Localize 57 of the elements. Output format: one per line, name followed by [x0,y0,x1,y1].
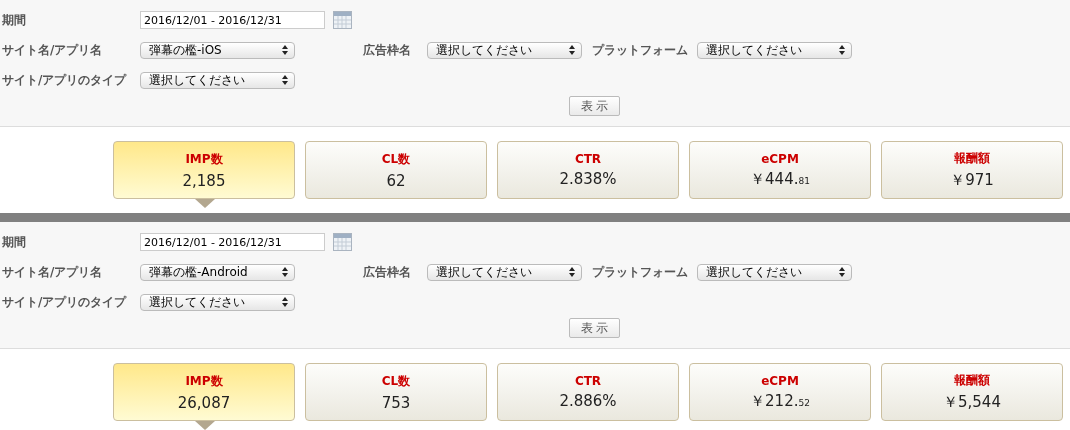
date-range-field[interactable]: 2016/12/01 - 2016/12/31 [140,11,325,29]
metric-value: 2.838% [559,170,617,188]
metric-label: 報酬額 [954,150,990,167]
metric-value: 753 [381,393,411,412]
select-field[interactable]: 弾幕の檻-iOS [140,41,295,59]
metric-tab[interactable]: CTR 2.886% [497,363,679,421]
updown-arrows-icon [282,75,288,85]
field-label: 期間 [2,233,27,251]
field-label: プラットフォーム [592,263,689,281]
updown-arrows-icon [282,297,288,307]
pointer-icon [195,421,215,430]
metric-label: eCPM [761,373,799,388]
metric-label: CL数 [381,150,411,168]
metric-label: CL数 [381,372,411,390]
metric-label: CTR [574,374,602,388]
field-label: サイト名/アプリ名 [2,263,104,281]
updown-arrows-icon [569,45,575,55]
field-label: 広告枠名 [363,41,412,59]
updown-arrows-icon [282,267,288,277]
updown-arrows-icon [569,267,575,277]
select-field[interactable]: 選択してください [427,41,582,59]
metric-label: eCPM [761,151,799,166]
select-field[interactable]: 弾幕の檻-Android [140,263,295,281]
metric-tab[interactable]: CL数 62 [305,141,487,199]
metric-label: CTR [574,152,602,166]
select-field[interactable]: 選択してください [140,71,295,89]
calendar-icon[interactable] [333,11,352,29]
select-field[interactable]: 選択してください [697,41,852,59]
show-button[interactable]: 表 示 [569,96,620,116]
date-range-field[interactable]: 2016/12/01 - 2016/12/31 [140,233,325,251]
calendar-icon[interactable] [333,233,352,251]
metric-value: ￥971 [950,171,994,190]
metric-value: 2,185 [182,171,226,190]
metric-value: ￥5,544 [943,393,1001,412]
metric-value: 2.886% [559,392,617,410]
metric-value: 26,087 [177,393,231,412]
field-label: 期間 [2,11,27,29]
select-field[interactable]: 選択してください [140,293,295,311]
metric-tab[interactable]: 報酬額 ￥971 [881,141,1063,199]
metric-tab[interactable]: CL数 753 [305,363,487,421]
field-label: サイト/アプリのタイプ [2,293,128,311]
metric-value: 62 [386,171,406,190]
field-label: サイト名/アプリ名 [2,41,104,59]
select-field[interactable]: 選択してください [697,263,852,281]
updown-arrows-icon [282,45,288,55]
field-label: 広告枠名 [363,263,412,281]
metric-tab[interactable]: 報酬額 ￥5,544 [881,363,1063,421]
metric-tab[interactable]: CTR 2.838% [497,141,679,199]
field-label: プラットフォーム [592,41,689,59]
metric-label: 報酬額 [954,372,990,389]
metric-label: IMP数 [185,150,223,168]
updown-arrows-icon [839,267,845,277]
select-field[interactable]: 選択してください [427,263,582,281]
show-button[interactable]: 表 示 [569,318,620,338]
metric-label: IMP数 [185,372,223,390]
updown-arrows-icon [839,45,845,55]
field-label: サイト/アプリのタイプ [2,71,128,89]
